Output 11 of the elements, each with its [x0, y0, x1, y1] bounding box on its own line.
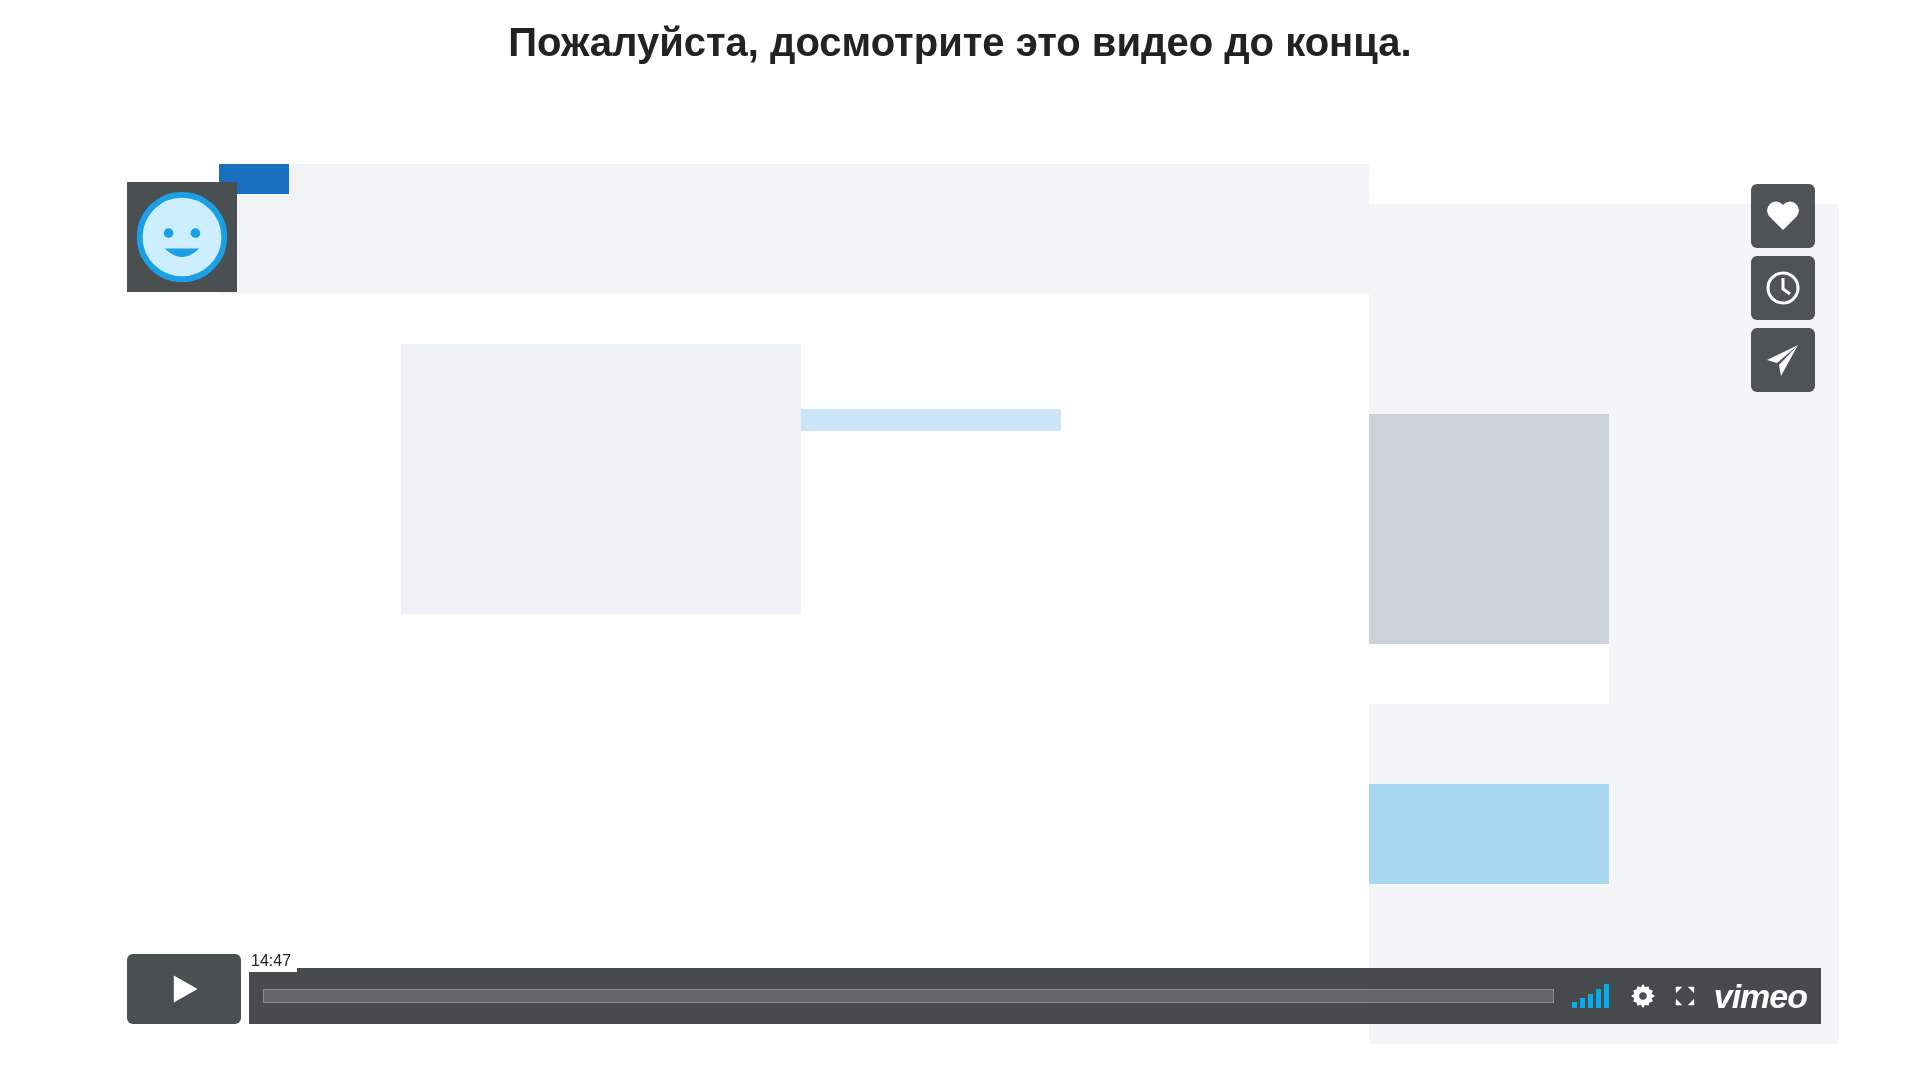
- vimeo-logo[interactable]: vimeo: [1713, 976, 1807, 1016]
- settings-icon[interactable]: [1629, 983, 1656, 1009]
- progress-track[interactable]: [263, 989, 1554, 1003]
- avatar-icon[interactable]: [127, 182, 237, 292]
- volume-icon[interactable]: [1571, 984, 1612, 1008]
- page-heading: Пожалуйста, досмотрите это видео до конца.: [508, 20, 1412, 66]
- like-button[interactable]: [1751, 184, 1815, 248]
- play-button[interactable]: [127, 954, 241, 1024]
- fullscreen-icon[interactable]: [1673, 985, 1696, 1007]
- share-button[interactable]: [1751, 328, 1815, 392]
- watch-later-button[interactable]: [1751, 256, 1815, 320]
